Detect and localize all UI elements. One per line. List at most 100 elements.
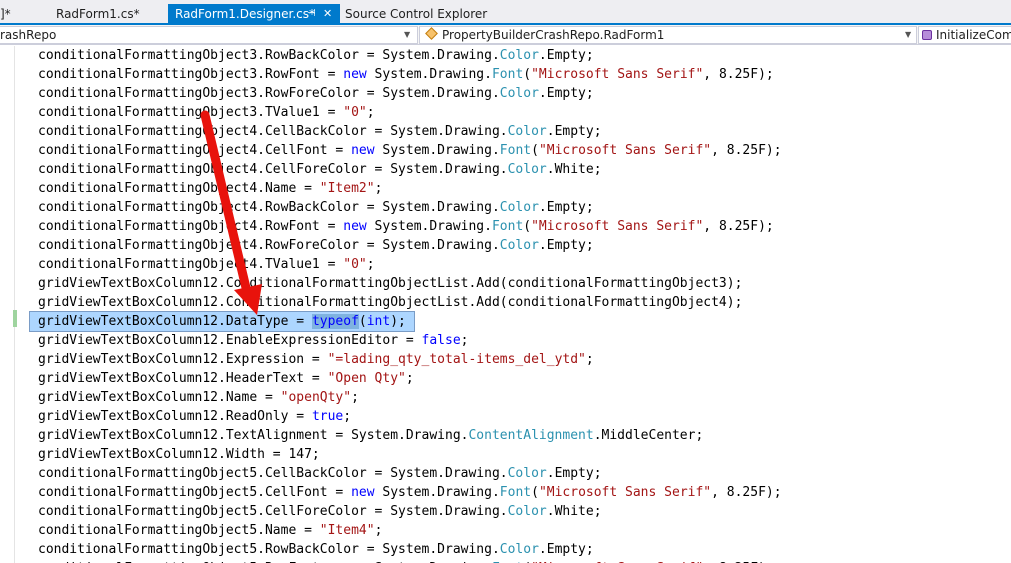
method-icon — [922, 30, 932, 40]
editor-margin — [14, 46, 15, 563]
code-token: "=lading_qty_total-items_del_ytd" — [327, 352, 586, 367]
code-token: conditionalFormattingObject4.CellForeCol… — [38, 162, 508, 177]
chevron-down-icon: ▼ — [404, 30, 411, 39]
code-token: ( — [523, 219, 532, 234]
code-line[interactable]: conditionalFormattingObject3.RowForeColo… — [38, 84, 594, 103]
code-token: .White; — [546, 504, 602, 519]
code-token: false — [421, 333, 461, 348]
code-token: gridViewTextBoxColumn12.ConditionalForma… — [38, 276, 743, 291]
code-line[interactable]: conditionalFormattingObject3.RowBackColo… — [38, 46, 594, 65]
code-editor[interactable]: conditionalFormattingObject3.RowBackColo… — [0, 46, 1011, 563]
code-line[interactable]: conditionalFormattingObject3.RowFont = n… — [38, 65, 774, 84]
code-line[interactable]: conditionalFormattingObject5.CellBackCol… — [38, 464, 602, 483]
code-token: true — [311, 409, 344, 424]
code-line[interactable]: gridViewTextBoxColumn12.ConditionalForma… — [38, 293, 742, 312]
code-line[interactable]: conditionalFormattingObject5.RowFont = n… — [38, 559, 774, 563]
code-token: Color — [507, 162, 547, 177]
code-token: conditionalFormattingObject4.Name = — [38, 181, 320, 196]
code-token: Color — [507, 466, 547, 481]
class-icon — [425, 27, 438, 40]
code-line[interactable]: gridViewTextBoxColumn12.ReadOnly = true; — [38, 407, 351, 426]
member-dropdown[interactable]: InitializeComp — [918, 26, 1011, 44]
code-line[interactable]: gridViewTextBoxColumn12.HeaderText = "Op… — [38, 369, 414, 388]
code-token: Font — [491, 219, 524, 234]
code-line[interactable]: conditionalFormattingObject4.CellForeCol… — [38, 160, 602, 179]
code-token: gridViewTextBoxColumn12.DataType = — [38, 314, 312, 329]
tab-previous-fragment[interactable]: ]* — [0, 4, 11, 25]
code-line[interactable]: gridViewTextBoxColumn12.TextAlignment = … — [38, 426, 703, 445]
tab-radform1-cs[interactable]: RadForm1.cs* — [56, 4, 140, 25]
code-token: System.Drawing. — [374, 485, 500, 500]
code-token: conditionalFormattingObject5.Name = — [38, 523, 320, 538]
project-dropdown[interactable]: rashRepo ▼ — [0, 26, 418, 44]
code-token: "Microsoft Sans Serif" — [538, 143, 712, 158]
code-token: new — [343, 67, 367, 82]
code-token: "Microsoft Sans Serif" — [531, 219, 704, 234]
code-token: System.Drawing. — [374, 143, 500, 158]
code-token: conditionalFormattingObject4.TValue1 = — [38, 257, 344, 272]
pin-icon[interactable]: ⊣ — [307, 4, 316, 24]
code-token: ; — [366, 105, 375, 120]
code-token: gridViewTextBoxColumn12.HeaderText = — [38, 371, 328, 386]
code-token: conditionalFormattingObject5.CellForeCol… — [38, 504, 508, 519]
code-token: , 8.25F); — [703, 67, 774, 82]
code-line[interactable]: gridViewTextBoxColumn12.Expression = "=l… — [38, 350, 594, 369]
code-token: Color — [499, 48, 539, 63]
code-token: "Item4" — [319, 523, 375, 538]
code-token: ; — [351, 390, 359, 405]
code-line[interactable]: conditionalFormattingObject4.TValue1 = "… — [38, 255, 375, 274]
code-line[interactable]: conditionalFormattingObject5.Name = "Ite… — [38, 521, 382, 540]
code-token: ; — [366, 257, 375, 272]
code-token: conditionalFormattingObject3.RowFont = — [38, 67, 344, 82]
navigation-bar: rashRepo ▼ PropertyBuilderCrashRepo.RadF… — [0, 25, 1011, 45]
selected-code-line[interactable]: gridViewTextBoxColumn12.DataType = typeo… — [29, 311, 415, 332]
code-line[interactable]: conditionalFormattingObject4.CellBackCol… — [38, 122, 602, 141]
code-token: System.Drawing. — [366, 67, 492, 82]
code-line[interactable]: gridViewTextBoxColumn12.Name = "openQty"… — [38, 388, 359, 407]
code-line[interactable]: conditionalFormattingObject4.Name = "Ite… — [38, 179, 382, 198]
code-token: gridViewTextBoxColumn12.EnableExpression… — [38, 333, 422, 348]
code-line[interactable]: gridViewTextBoxColumn12.EnableExpression… — [38, 331, 468, 350]
code-token: .Empty; — [538, 542, 594, 557]
tab-radform1-designer-cs[interactable]: RadForm1.Designer.cs* ⊣ ✕ — [168, 4, 340, 25]
code-line[interactable]: conditionalFormattingObject3.TValue1 = "… — [38, 103, 375, 122]
code-token: "openQty" — [280, 390, 352, 405]
code-line[interactable]: conditionalFormattingObject4.RowFont = n… — [38, 217, 774, 236]
class-dropdown[interactable]: PropertyBuilderCrashRepo.RadForm1 ▼ — [419, 26, 917, 44]
tab-active-label: RadForm1.Designer.cs* — [175, 7, 316, 21]
code-token: , 8.25F); — [711, 485, 782, 500]
code-token: conditionalFormattingObject3.TValue1 = — [38, 105, 344, 120]
code-token: .Empty; — [538, 200, 594, 215]
code-line[interactable]: gridViewTextBoxColumn12.Width = 147; — [38, 445, 320, 464]
code-line[interactable]: conditionalFormattingObject5.CellForeCol… — [38, 502, 602, 521]
code-token: , 8.25F); — [711, 143, 782, 158]
member-dropdown-value: InitializeComp — [936, 28, 1011, 42]
tab-source-control-explorer[interactable]: Source Control Explorer — [345, 4, 487, 25]
code-token: gridViewTextBoxColumn12.Expression = — [38, 352, 328, 367]
code-token: ( — [358, 314, 367, 329]
code-token: conditionalFormattingObject4.CellFont = — [38, 143, 352, 158]
code-token: ); — [390, 314, 406, 329]
code-token: Color — [499, 542, 539, 557]
code-line[interactable]: conditionalFormattingObject5.RowBackColo… — [38, 540, 594, 559]
close-icon[interactable]: ✕ — [323, 4, 332, 24]
code-line[interactable]: conditionalFormattingObject4.CellFont = … — [38, 141, 782, 160]
code-token: ; — [343, 409, 352, 424]
code-token: new — [351, 143, 375, 158]
code-token: .White; — [546, 162, 602, 177]
code-line[interactable]: conditionalFormattingObject5.CellFont = … — [38, 483, 782, 502]
code-token: ; — [405, 371, 414, 386]
change-tracking-marker — [13, 310, 17, 327]
code-token: conditionalFormattingObject5.CellBackCol… — [38, 466, 508, 481]
code-token: Font — [499, 485, 532, 500]
code-token: int — [366, 314, 391, 329]
code-token: Color — [499, 86, 539, 101]
chevron-down-icon: ▼ — [905, 30, 912, 39]
code-line[interactable]: gridViewTextBoxColumn12.ConditionalForma… — [38, 274, 742, 293]
code-token: ( — [531, 143, 539, 158]
code-token: Color — [499, 238, 539, 253]
code-line[interactable]: conditionalFormattingObject4.RowBackColo… — [38, 198, 594, 217]
code-line[interactable]: conditionalFormattingObject4.RowForeColo… — [38, 236, 594, 255]
code-token: ; — [585, 352, 594, 367]
code-token: Color — [499, 200, 539, 215]
